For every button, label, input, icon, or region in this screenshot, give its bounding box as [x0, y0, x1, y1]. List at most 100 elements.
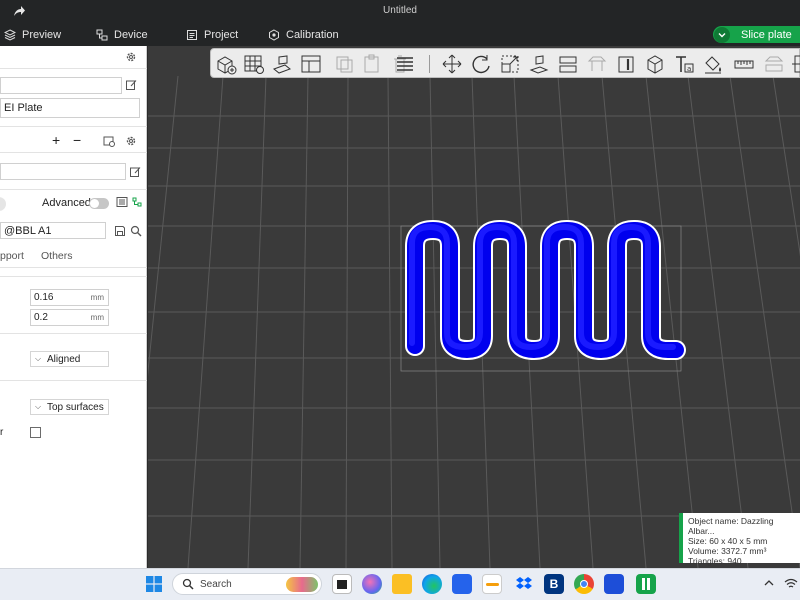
seam-position-value: Aligned: [47, 353, 81, 365]
edge-icon[interactable]: [422, 574, 442, 594]
layers-tab-icon: [4, 29, 16, 41]
text-icon[interactable]: a: [673, 53, 695, 75]
edit-icon[interactable]: [125, 79, 137, 91]
chevron-down-icon: ⌵: [35, 402, 42, 411]
layer-height-input[interactable]: 0.16 mm: [30, 289, 109, 306]
tab-project-label: Project: [204, 29, 239, 41]
tab-calibration[interactable]: Calibration: [268, 27, 339, 43]
search-icon: [182, 578, 194, 590]
tab-calibration-label: Calibration: [286, 29, 339, 41]
slice-plate-label: Slice plate: [741, 28, 792, 41]
process-preset-select[interactable]: @BBL A1: [0, 222, 106, 239]
menu-bar: Preview Device Project Calibration: [0, 24, 800, 46]
chevron-down-icon[interactable]: [714, 26, 730, 43]
preset-tree-icon[interactable]: [131, 196, 143, 208]
taskbar: Search B: [0, 568, 800, 600]
copy-icon[interactable]: [333, 53, 355, 75]
plate-type-value: EI Plate: [4, 102, 43, 114]
windows-start-icon[interactable]: [146, 576, 162, 592]
assembly-icon[interactable]: [763, 53, 785, 75]
tab-device-label: Device: [114, 29, 148, 41]
process-preset-value: @BBL A1: [4, 224, 52, 237]
gear-icon[interactable]: [125, 135, 137, 147]
option-checkbox[interactable]: [30, 427, 41, 438]
remove-filament-icon[interactable]: −: [73, 132, 81, 148]
bambu-studio-icon[interactable]: [636, 574, 656, 594]
scale-icon[interactable]: [499, 53, 521, 75]
save-icon[interactable]: [114, 225, 126, 237]
filament-select[interactable]: [0, 163, 126, 180]
rotate-icon[interactable]: [470, 53, 492, 75]
tab-preview[interactable]: Preview: [4, 27, 61, 43]
filament-sync-icon[interactable]: [103, 135, 115, 147]
chevron-up-icon[interactable]: [764, 579, 774, 587]
model-object[interactable]: [393, 216, 693, 386]
object-size: Size: 60 x 40 x 5 mm: [688, 536, 768, 546]
cut-icon[interactable]: [557, 53, 579, 75]
plate-type-select[interactable]: EI Plate: [0, 98, 140, 118]
amazon-icon[interactable]: [482, 574, 502, 594]
search-icon[interactable]: [130, 225, 142, 237]
printer-select[interactable]: [0, 77, 122, 94]
viewport-toolbar: a: [210, 48, 800, 78]
initial-layer-height-unit: mm: [90, 313, 104, 322]
initial-layer-height-input[interactable]: 0.2 mm: [30, 309, 109, 326]
slice-plate-button[interactable]: Slice plate: [713, 26, 800, 43]
add-filament-icon[interactable]: +: [52, 132, 60, 148]
window-title: Untitled: [383, 5, 417, 16]
advanced-toggle[interactable]: [89, 198, 109, 209]
paste-icon[interactable]: [361, 53, 383, 75]
dropbox-icon[interactable]: [514, 574, 534, 594]
seam-position-select[interactable]: ⌵ Aligned: [30, 351, 109, 367]
layer-height-unit: mm: [90, 293, 104, 302]
seam-paint-icon[interactable]: [615, 53, 637, 75]
tab-device[interactable]: Device: [96, 27, 148, 43]
object-volume: Volume: 3372.7 mm³: [688, 546, 767, 556]
add-object-icon[interactable]: [215, 53, 237, 75]
lay-on-face-icon[interactable]: [528, 53, 550, 75]
compare-icon[interactable]: [116, 196, 128, 208]
layer-height-value: 0.16: [34, 292, 54, 303]
object-info-panel: Object name: Dazzling Albar... Size: 60 …: [679, 513, 800, 566]
variable-layer-icon[interactable]: [644, 53, 666, 75]
taskbar-search[interactable]: Search: [172, 573, 322, 595]
initial-layer-height-value: 0.2: [34, 312, 48, 323]
booking-icon[interactable]: B: [544, 574, 564, 594]
layers-icon[interactable]: [394, 53, 416, 75]
device-icon: [96, 29, 108, 41]
tab-preview-label: Preview: [22, 29, 62, 41]
chrome-icon[interactable]: [574, 574, 594, 594]
calibration-icon: [269, 29, 279, 41]
wifi-icon[interactable]: [784, 578, 798, 590]
arrange-grid-icon[interactable]: [243, 53, 265, 75]
split-view-icon[interactable]: [300, 53, 322, 75]
support-paint-icon[interactable]: [586, 53, 608, 75]
advanced-label: Advanced: [42, 197, 91, 209]
move-icon[interactable]: [441, 53, 463, 75]
ironing-type-select[interactable]: ⌵ Top surfaces: [30, 399, 109, 415]
edit-icon[interactable]: [129, 166, 141, 178]
ironing-type-value: Top surfaces: [47, 401, 104, 413]
split-objects-icon[interactable]: [789, 53, 800, 75]
file-explorer-icon[interactable]: [392, 574, 412, 594]
microsoft-store-icon[interactable]: [452, 574, 472, 594]
measure-icon[interactable]: [733, 53, 755, 75]
3d-viewport[interactable]: [148, 46, 800, 568]
auto-orient-icon[interactable]: [271, 53, 293, 75]
project-icon: [187, 30, 197, 40]
task-view-icon[interactable]: [332, 574, 352, 594]
chevron-down-icon: ⌵: [35, 354, 42, 363]
copilot-icon[interactable]: [362, 574, 382, 594]
process-scope-toggle[interactable]: [0, 197, 6, 211]
color-paint-icon[interactable]: [702, 53, 724, 75]
tab-project[interactable]: Project: [186, 27, 238, 43]
truncated-option-label: r: [0, 427, 4, 438]
people-app-icon[interactable]: [604, 574, 624, 594]
title-bar: Untitled: [0, 0, 800, 24]
gear-icon[interactable]: [125, 51, 137, 63]
tab-support[interactable]: pport: [0, 250, 24, 262]
svg-text:a: a: [687, 65, 691, 73]
tab-others[interactable]: Others: [41, 250, 73, 262]
object-name: Object name: Dazzling Albar...: [688, 516, 774, 536]
search-placeholder: Search: [200, 578, 232, 590]
